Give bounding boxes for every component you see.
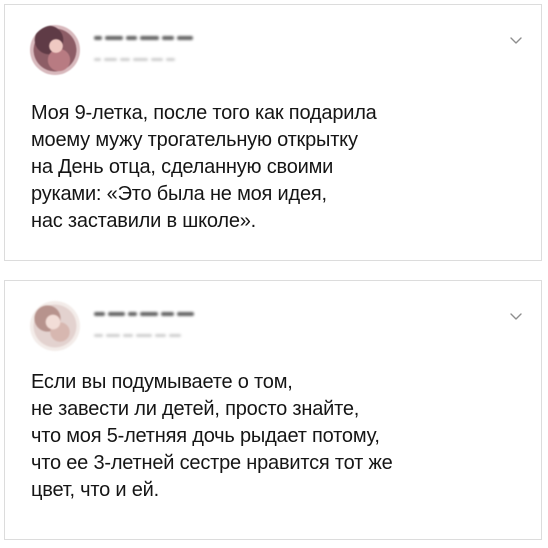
tweet-card: Если вы подумываете о том, не завести ли… [4, 280, 542, 540]
tweet-text-line: моему мужу трогательную открытку [31, 129, 358, 151]
blurred-display-name [94, 308, 194, 320]
tweet-text-line: не завести ли детей, просто знайте, [31, 398, 360, 420]
tweet-text: Если вы подумываете о том, не завести ли… [31, 369, 513, 504]
chevron-down-icon[interactable] [509, 309, 523, 323]
tweet-text-line: что ее 3-летней сестре нравится тот же [31, 452, 393, 474]
chevron-down-icon[interactable] [509, 33, 523, 47]
avatar[interactable] [30, 301, 80, 351]
tweet-text-line: что моя 5-летняя дочь рыдает потому, [31, 425, 380, 447]
blurred-display-name [94, 32, 194, 44]
avatar[interactable] [30, 25, 80, 75]
tweet-text-line: руками: «Это была не моя идея, [31, 183, 327, 205]
tweet-card: Моя 9-летка, после того как подарила мое… [4, 4, 542, 261]
tweet-text-line: цвет, что и ей. [31, 479, 159, 501]
tweet-text: Моя 9-летка, после того как подарила мое… [31, 100, 513, 235]
blurred-handle [94, 330, 186, 340]
tweet-text-line: на День отца, сделанную своими [31, 156, 334, 178]
tweet-text-line: Если вы подумываете о том, [31, 371, 293, 393]
tweet-text-line: нас заставили в школе». [31, 210, 257, 232]
blurred-handle [94, 54, 186, 64]
tweet-text-line: Моя 9-летка, после того как подарила [31, 102, 377, 124]
